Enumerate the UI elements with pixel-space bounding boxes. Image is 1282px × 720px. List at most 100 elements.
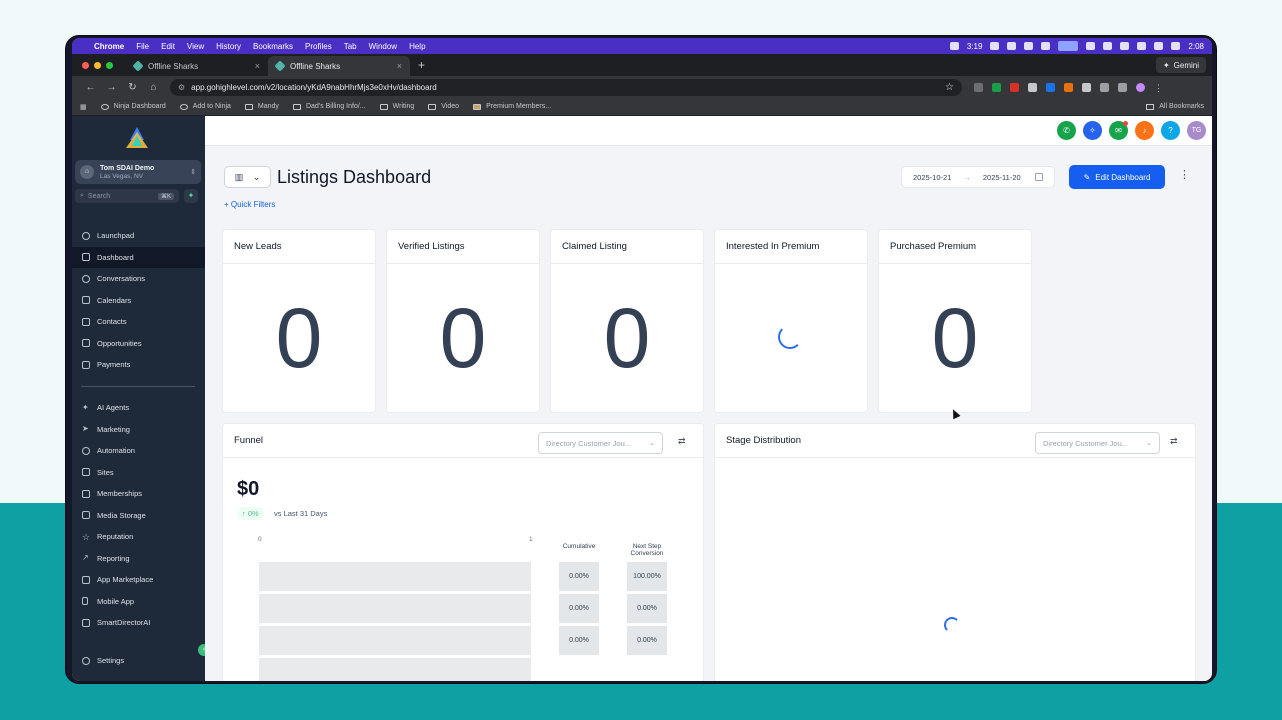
funnel-bar[interactable]	[259, 594, 531, 623]
menu-help[interactable]: Help	[409, 42, 425, 51]
dropbox-icon[interactable]	[1024, 42, 1034, 50]
menu-view[interactable]: View	[187, 42, 204, 51]
zoom-window-button[interactable]	[106, 61, 113, 69]
gemini-button[interactable]: ✦ Gemini	[1155, 57, 1206, 73]
extension-icon[interactable]	[974, 82, 983, 92]
close-window-button[interactable]	[82, 61, 89, 69]
edit-dashboard-button[interactable]: ✎ Edit Dashboard	[1069, 165, 1165, 189]
bell-icon[interactable]: ♪	[1135, 121, 1154, 140]
menu-profiles[interactable]: Profiles	[305, 42, 332, 51]
sidebar-search[interactable]: ⌕ Search ⌘K	[75, 189, 179, 203]
sidebar-item-mobile-app[interactable]: Mobile App	[72, 591, 205, 613]
phone-icon[interactable]: ✆	[1057, 121, 1076, 140]
sidebar-item-memberships[interactable]: Memberships	[72, 483, 205, 505]
date-end[interactable]: 2025-11-20	[983, 173, 1021, 182]
menu-app-name[interactable]: Chrome	[94, 42, 124, 51]
date-range-picker[interactable]: 2025-10-21 → 2025-11-20	[901, 166, 1055, 188]
sidepanel-icon[interactable]	[1100, 82, 1109, 92]
menu-window[interactable]: Window	[369, 42, 397, 51]
extension-icon[interactable]	[1028, 82, 1037, 92]
sidebar-item-ai-agents[interactable]: ✦ AI Agents	[72, 397, 205, 419]
sidebar-item-calendars[interactable]: Calendars	[72, 290, 205, 312]
sidebar-item-smartdirectorai[interactable]: SmartDirectorAI	[72, 612, 205, 634]
funnel-bar[interactable]	[259, 658, 531, 681]
sidebar-item-app-marketplace[interactable]: App Marketplace	[72, 569, 205, 591]
timer-readout[interactable]: 3:19	[967, 42, 983, 51]
close-tab-icon[interactable]: ×	[255, 61, 260, 71]
back-icon[interactable]: ←	[80, 82, 101, 93]
url-text[interactable]: app.gohighlevel.com/v2/location/yKdA9nab…	[191, 83, 436, 92]
more-options-icon[interactable]: ⋮	[1179, 168, 1190, 181]
address-bar[interactable]: ⚙ app.gohighlevel.com/v2/location/yKdA9n…	[170, 78, 962, 96]
clock[interactable]: 2:08	[1188, 42, 1204, 51]
site-info-icon[interactable]: ⚙	[178, 83, 185, 92]
extension-icon[interactable]	[1064, 82, 1073, 92]
download-icon[interactable]	[1118, 82, 1127, 92]
date-start[interactable]: 2025-10-21	[913, 173, 951, 182]
account-switcher[interactable]: ⌂ Tom SDAI Demo Las Vegas, NV ⇕	[75, 160, 201, 184]
search-icon[interactable]	[1120, 42, 1130, 50]
sidebar-item-media-storage[interactable]: Media Storage	[72, 505, 205, 527]
browser-tab-active[interactable]: Offline Sharks ×	[268, 56, 410, 76]
sidebar-item-reporting[interactable]: ↗ Reporting	[72, 548, 205, 570]
bookmark-folder[interactable]: Video	[428, 103, 459, 110]
user-avatar[interactable]: TG	[1187, 121, 1206, 140]
dashboard-view-selector[interactable]: ▥ ⌄	[224, 166, 271, 188]
all-bookmarks-button[interactable]: All Bookmarks	[1146, 103, 1204, 110]
status-icon[interactable]	[1103, 42, 1113, 50]
extension-icon[interactable]	[1046, 82, 1055, 92]
menu-edit[interactable]: Edit	[161, 42, 175, 51]
sidebar-item-launchpad[interactable]: Launchpad	[72, 225, 205, 247]
bookmark-item[interactable]: Ninja Dashboard	[100, 103, 166, 110]
bookmark-folder[interactable]: Writing	[379, 103, 414, 110]
bookmark-folder[interactable]: Dad's Billing Info/...	[292, 103, 366, 110]
swap-arrows-icon[interactable]: ⇄	[1170, 436, 1178, 447]
browser-tab[interactable]: Offline Sharks ×	[126, 56, 268, 76]
menu-bookmarks[interactable]: Bookmarks	[253, 42, 293, 51]
sidebar-item-contacts[interactable]: Contacts	[72, 311, 205, 333]
status-icon[interactable]	[1007, 42, 1017, 50]
sidebar-item-conversations[interactable]: Conversations	[72, 268, 205, 290]
ai-sparkle-button[interactable]: ✦	[184, 189, 198, 203]
swap-arrows-icon[interactable]: ⇄	[678, 436, 686, 447]
help-icon[interactable]: ?	[1161, 121, 1180, 140]
reload-icon[interactable]: ↻	[122, 82, 143, 93]
minimize-window-button[interactable]	[94, 61, 101, 69]
calendar-extension-icon[interactable]	[1010, 82, 1019, 92]
new-tab-button[interactable]: +	[418, 58, 425, 72]
funnel-pipeline-dropdown[interactable]: Directory Customer Jou... ⌄	[538, 432, 663, 454]
sidebar-item-settings[interactable]: Settings	[72, 650, 205, 672]
sidebar-item-sites[interactable]: Sites	[72, 462, 205, 484]
funnel-bar[interactable]	[259, 562, 531, 591]
bookmark-item[interactable]: Add to Ninja	[179, 103, 231, 110]
profile-avatar-icon[interactable]	[1136, 82, 1145, 92]
wifi-icon[interactable]	[1137, 42, 1147, 50]
bookmark-folder[interactable]: Mandy	[244, 103, 279, 110]
sidebar-item-payments[interactable]: Payments	[72, 354, 205, 376]
sidebar-item-opportunities[interactable]: Opportunities	[72, 333, 205, 355]
sidebar-item-marketing[interactable]: ➤ Marketing	[72, 419, 205, 441]
menu-history[interactable]: History	[216, 42, 241, 51]
megaphone-icon[interactable]: ✉	[1109, 121, 1128, 140]
battery-icon[interactable]	[1154, 42, 1164, 50]
funnel-bar[interactable]	[259, 626, 531, 655]
menu-file[interactable]: File	[136, 42, 149, 51]
control-center-icon[interactable]	[1171, 42, 1181, 50]
menu-tab[interactable]: Tab	[344, 42, 357, 51]
apps-grid-icon[interactable]: ▦	[80, 103, 87, 111]
magic-wand-icon[interactable]: ✧	[1083, 121, 1102, 140]
status-icon[interactable]	[949, 42, 959, 50]
sidebar-item-dashboard[interactable]: Dashboard	[72, 246, 205, 268]
status-icon[interactable]	[1041, 42, 1051, 50]
extension-icon[interactable]	[992, 82, 1001, 92]
extensions-puzzle-icon[interactable]	[1082, 82, 1091, 92]
chrome-menu-icon[interactable]: ⋮	[1154, 83, 1163, 93]
bookmark-star-icon[interactable]: ☆	[945, 82, 954, 93]
sidebar-item-reputation[interactable]: ☆ Reputation	[72, 526, 205, 548]
home-icon[interactable]: ⌂	[143, 82, 164, 93]
quick-filters-button[interactable]: + Quick Filters	[224, 200, 275, 209]
status-icon[interactable]	[1086, 42, 1096, 50]
screen-share-icon[interactable]	[1058, 41, 1079, 51]
sidebar-item-automation[interactable]: Automation	[72, 440, 205, 462]
stage-pipeline-dropdown[interactable]: Directory Customer Jou... ⌄	[1035, 432, 1160, 454]
